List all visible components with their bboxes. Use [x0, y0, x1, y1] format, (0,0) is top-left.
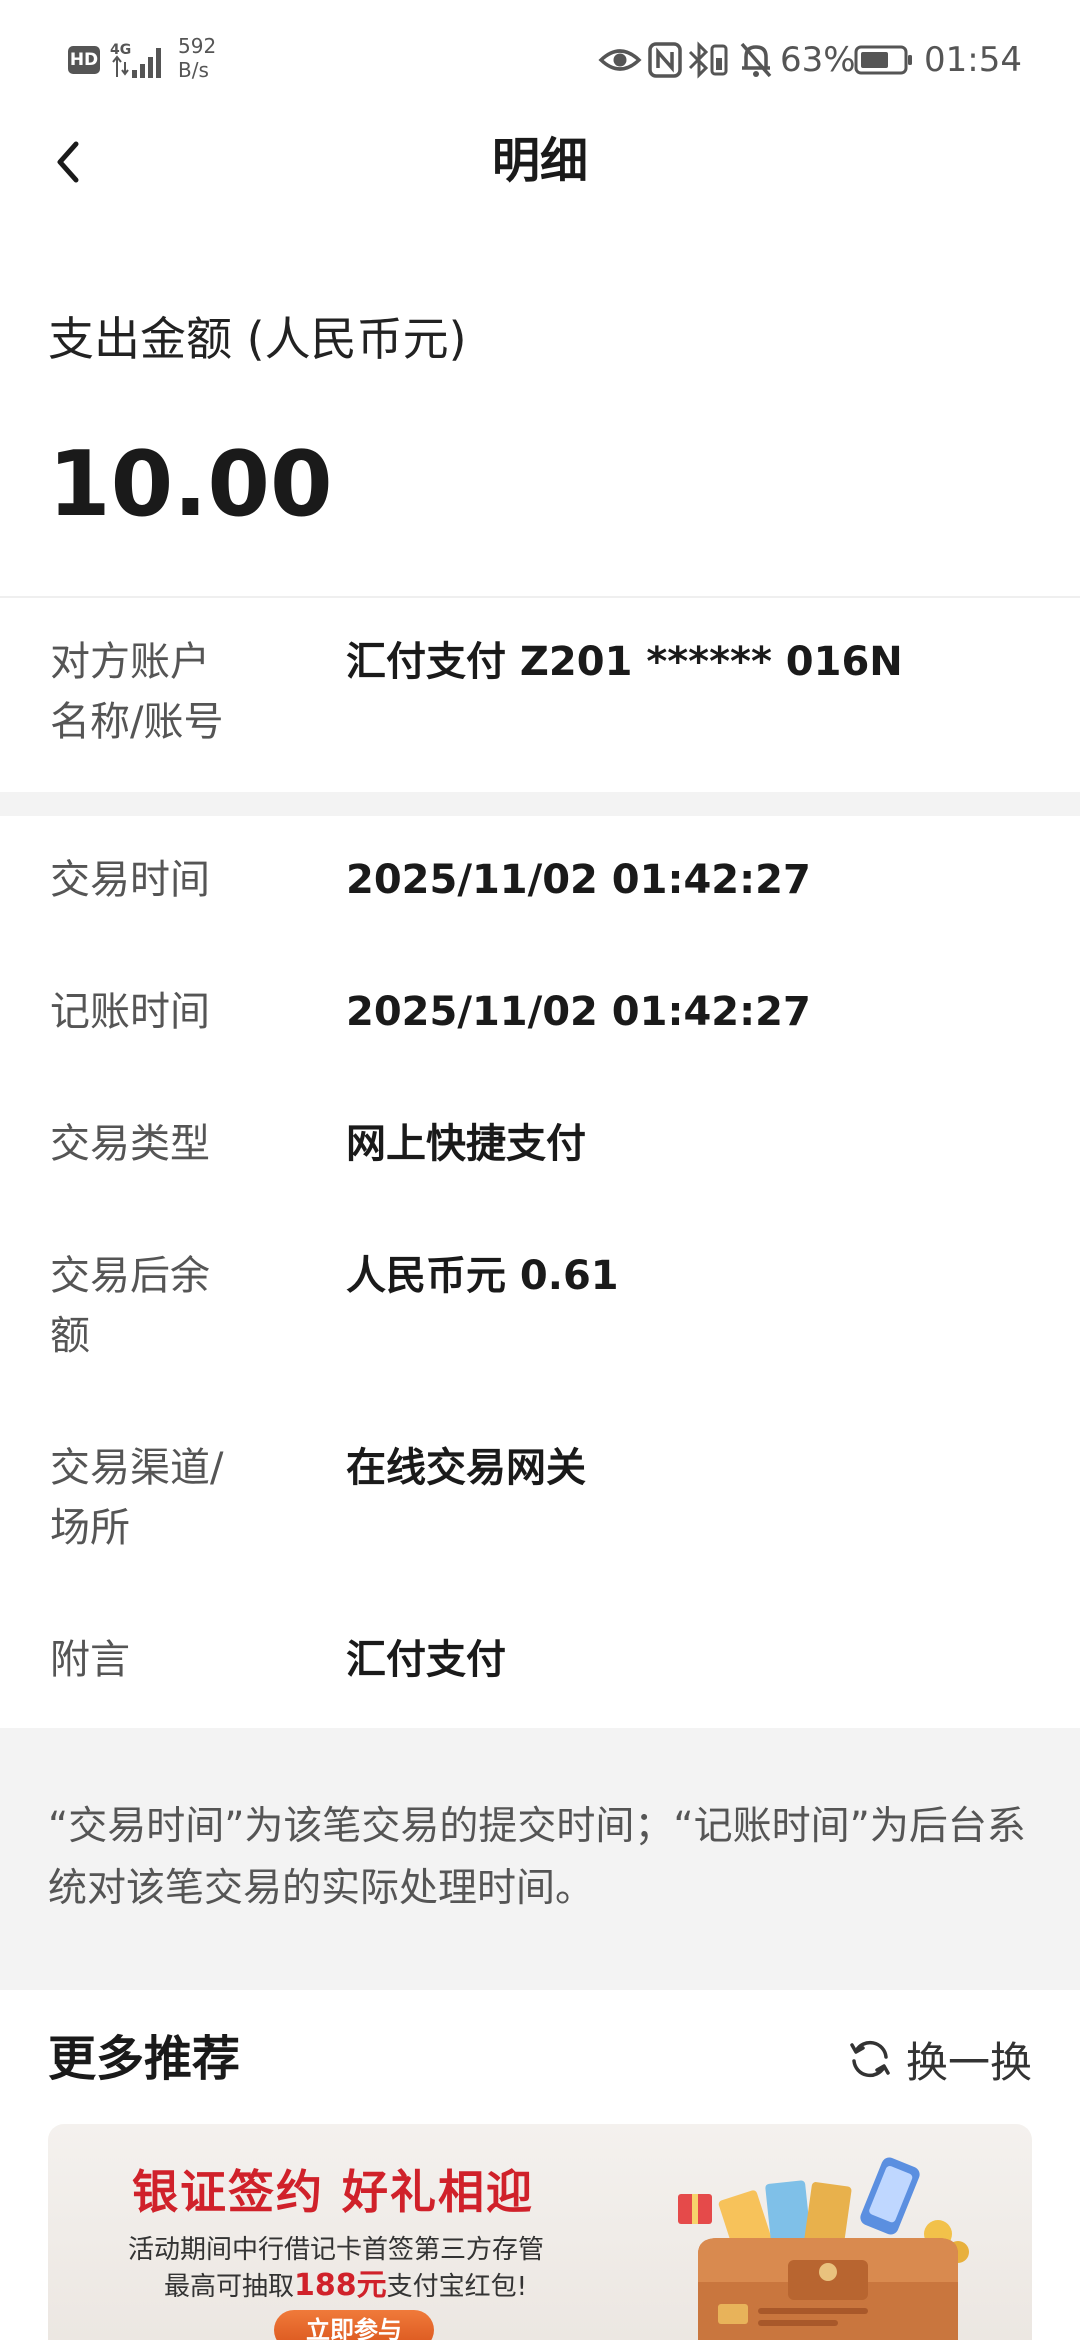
detail-label-line2: 场所 [50, 1505, 130, 1551]
banner-line2-suffix: 支付宝红包! [386, 2272, 528, 2302]
hd-badge: HD [68, 46, 100, 74]
network-speed-value: 592 [178, 34, 217, 58]
refresh-button[interactable]: 换一换 [846, 2024, 1032, 2094]
wallet-illustration-icon [678, 2157, 969, 2340]
detail-value-transaction-type: 网上快捷支付 [346, 1121, 586, 1167]
divider [0, 596, 1080, 598]
banner-join-button[interactable]: 立即参与 [274, 2310, 434, 2340]
detail-value-balance-after: 人民币元 0.61 [346, 1253, 619, 1299]
recommendations-title: 更多推荐 [48, 2031, 241, 2087]
note-text: “交易时间”为该笔交易的提交时间；“记账时间”为后台系统对该笔交易的实际处理时间… [48, 1804, 1026, 1911]
detail-label-line1: 交易渠道/ [50, 1445, 224, 1491]
detail-value-channel: 在线交易网关 [346, 1445, 586, 1491]
refresh-icon [850, 2040, 890, 2078]
counterparty-label: 对方账户 名称/账号 [50, 632, 250, 752]
nfc-icon [648, 42, 682, 78]
detail-label-line2: 额 [50, 1313, 90, 1359]
bell-muted-icon [740, 42, 772, 78]
network-speed-unit: B/s [178, 58, 209, 82]
detail-label-line1: 交易后余 [50, 1253, 210, 1299]
banner-headline: 银证签约 好礼相迎 [132, 2165, 535, 2219]
detail-value-memo: 汇付支付 [346, 1637, 506, 1683]
detail-label-line1: 记账时间 [50, 989, 210, 1035]
cellular-signal-icon: 4G [110, 42, 161, 78]
header: 明细 [0, 120, 1080, 202]
banner-line2-highlight: 188元 [294, 2268, 387, 2303]
detail-label-balance-after: 交易后余 额 [50, 1246, 250, 1366]
detail-label-posting-time: 记账时间 [50, 982, 250, 1042]
detail-value-transaction-time: 2025/11/02 01:42:27 [346, 857, 811, 903]
network-speed: 592 B/s [178, 34, 216, 82]
page-title: 明细 [491, 133, 588, 189]
counterparty-value: 汇付支付 Z201 ****** 016N [346, 639, 903, 685]
detail-label-transaction-type: 交易类型 [50, 1114, 250, 1174]
bluetooth-icon [688, 41, 728, 79]
back-button[interactable] [40, 132, 100, 192]
battery-icon [854, 45, 912, 75]
clock: 01:54 [924, 40, 1022, 80]
svg-text:4G: 4G [110, 42, 131, 58]
battery-percent: 63% [780, 40, 856, 80]
eye-icon [598, 49, 642, 71]
counterparty-label-line1: 对方账户 [50, 639, 210, 685]
banner-line1: 活动期间中行借记卡首签第三方存管 [128, 2235, 545, 2265]
refresh-label: 换一换 [906, 2037, 1033, 2087]
detail-value-posting-time: 2025/11/02 01:42:27 [346, 989, 811, 1035]
detail-label-channel: 交易渠道/ 场所 [50, 1438, 250, 1558]
status-bar: HD 4G 592 B/s 63% 01:54 [0, 0, 1080, 120]
promo-banner[interactable]: 银证签约 好礼相迎 活动期间中行借记卡首签第三方存管 最高可抽取188元支付宝红… [48, 2124, 1032, 2340]
detail-label-transaction-time: 交易时间 [50, 850, 250, 910]
section-separator [0, 792, 1080, 816]
counterparty-label-line2: 名称/账号 [50, 699, 224, 745]
detail-label-line1: 附言 [50, 1637, 130, 1683]
detail-label-line1: 交易类型 [50, 1121, 210, 1167]
amount-value: 10.00 [48, 432, 333, 537]
banner-line2-prefix: 最高可抽取 [164, 2272, 295, 2302]
detail-label-line1: 交易时间 [50, 857, 210, 903]
detail-label-memo: 附言 [50, 1630, 250, 1690]
amount-label: 支出金额 (人民币元) [48, 312, 467, 366]
banner-line2: 最高可抽取188元支付宝红包! [164, 2268, 527, 2305]
